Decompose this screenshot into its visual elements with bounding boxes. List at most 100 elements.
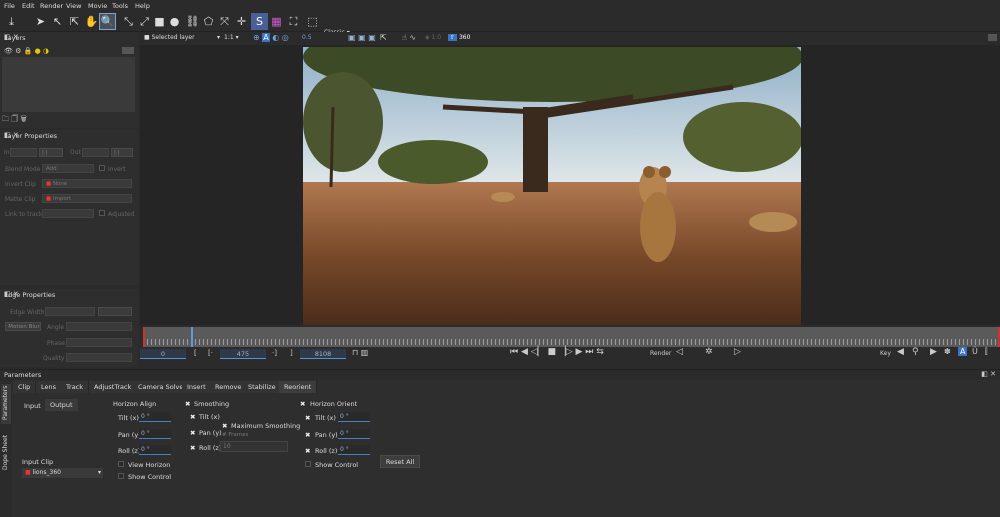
out-field[interactable] xyxy=(82,148,109,157)
out-buttons[interactable]: | | xyxy=(111,148,133,157)
go-in-icon[interactable]: [· xyxy=(208,349,213,357)
ha-show-control-checkbox[interactable] xyxy=(118,473,124,479)
io-tab-input[interactable]: Input xyxy=(24,402,41,410)
timeline-track[interactable] xyxy=(143,327,1000,347)
ratio-select[interactable]: 1:1 ▾ xyxy=(224,33,248,43)
select-arrow-icon[interactable]: ➤ xyxy=(32,13,49,30)
ho-pan-checkbox[interactable]: ✖ xyxy=(305,431,310,439)
edge-width-buttons[interactable] xyxy=(98,307,132,316)
key-prev-icon[interactable]: ◀ xyxy=(897,347,904,357)
key-all-icon[interactable]: ✽ xyxy=(944,347,951,356)
ho-roll-field[interactable]: 0 ° xyxy=(338,445,370,455)
link-track-select[interactable] xyxy=(42,209,94,218)
grid-icon[interactable]: ▦ xyxy=(268,13,285,30)
key-unlock-icon[interactable]: Ü xyxy=(972,347,978,356)
set-in-icon[interactable]: [ xyxy=(194,349,197,357)
key-auto-icon[interactable]: A xyxy=(958,347,968,356)
key-add-icon[interactable]: ⚲ xyxy=(912,347,919,357)
smoothing-checkbox[interactable]: ✖ xyxy=(185,400,190,408)
export-frame-icon[interactable]: ⇱ xyxy=(380,33,387,42)
invert-clip-select[interactable]: ■ None xyxy=(42,179,132,188)
key-options-icon[interactable]: ⫿ xyxy=(985,347,988,357)
input-clip-select[interactable]: ■ lions_360 ▾ xyxy=(22,468,103,478)
ho-tilt-field[interactable]: 0 ° xyxy=(338,412,370,422)
side-tab-parameters[interactable]: Parameters xyxy=(1,384,11,424)
layers-list[interactable] xyxy=(2,57,135,112)
ho-tilt-checkbox[interactable]: ✖ xyxy=(305,414,310,422)
reset-all-button[interactable]: Reset All xyxy=(380,455,420,468)
panel-controls-icon[interactable]: ◧ ✕ xyxy=(981,370,996,378)
render-forward-icon[interactable]: ▷ xyxy=(734,347,741,357)
menu-view[interactable]: View xyxy=(66,2,81,10)
layer-options-icon[interactable] xyxy=(122,47,134,54)
tab-insert[interactable]: Insert xyxy=(182,381,212,393)
display-icons[interactable]: ▣ ▣ ▣ xyxy=(348,33,376,42)
menu-edit[interactable]: Edit xyxy=(22,2,35,10)
angle-field[interactable] xyxy=(66,322,132,331)
move-icon[interactable]: ✛ xyxy=(233,13,250,30)
render-back-icon[interactable]: ◁ xyxy=(676,347,683,357)
expand-icon[interactable]: ⤡ xyxy=(120,13,137,30)
viewer-mode-icons[interactable]: ⊕ A ◐ ◎ xyxy=(253,33,289,42)
in-frame-field[interactable]: 475 xyxy=(220,349,266,359)
tab-remove[interactable]: Remove xyxy=(210,381,248,393)
motion-blur-button[interactable]: Motion Blur xyxy=(5,322,41,331)
panel-controls-icon[interactable]: ◧ ✕ xyxy=(4,290,134,298)
smooth-roll-checkbox[interactable]: ✖ xyxy=(190,444,195,452)
transform-icon[interactable]: ⤧ xyxy=(216,13,233,30)
side-tab-dope-sheet[interactable]: Dope Sheet xyxy=(1,428,11,472)
playhead[interactable] xyxy=(191,327,193,347)
multi-select-icon[interactable]: ⇱ xyxy=(66,13,83,30)
matte-clip-select[interactable]: ■ Import xyxy=(42,194,132,203)
ha-pan-field[interactable]: 0 ° xyxy=(139,429,171,439)
tab-camera-solve[interactable]: Camera Solve xyxy=(133,381,190,393)
point-select-icon[interactable]: ↖ xyxy=(49,13,66,30)
layer-select[interactable]: ■ Selected layer ▾ xyxy=(144,33,220,43)
invert-checkbox[interactable] xyxy=(99,165,105,171)
layer-visibility-icons[interactable]: 👁 ⚙ 🔒 ● ◑ xyxy=(4,47,49,55)
set-out-icon[interactable]: ] xyxy=(290,349,293,357)
hand-icon[interactable]: ✋ xyxy=(83,13,100,30)
circle-icon[interactable]: ● xyxy=(166,13,183,30)
tab-stabilize[interactable]: Stabilize xyxy=(243,381,282,393)
key-next-icon[interactable]: ▶ xyxy=(930,347,937,357)
ho-pan-field[interactable]: 0 ° xyxy=(338,429,370,439)
panel-controls-icon[interactable]: ◧ ✕ xyxy=(4,33,134,41)
menu-help[interactable]: Help xyxy=(135,2,150,10)
view-horizon-checkbox[interactable] xyxy=(118,461,124,467)
menu-file[interactable]: File xyxy=(4,2,15,10)
tab-clip[interactable]: Clip xyxy=(13,381,37,393)
import-icon[interactable]: ⤓ xyxy=(3,13,20,30)
quality-field[interactable] xyxy=(66,353,132,362)
frames-field[interactable]: 10 xyxy=(220,441,288,452)
horizon-orient-checkbox[interactable]: ✖ xyxy=(300,400,305,408)
playback-controls[interactable]: ⏮ ◀ ◁▏ ■ ▕▷ ▶ ⏭ ⇆ xyxy=(510,347,604,357)
in-field[interactable] xyxy=(10,148,37,157)
tab-reorient[interactable]: Reorient xyxy=(279,381,318,393)
panel-controls-icon[interactable]: ◧ ✕ xyxy=(4,131,134,139)
link-icon[interactable]: ⛓ xyxy=(184,13,201,30)
ha-roll-field[interactable]: 0 ° xyxy=(139,445,171,455)
edge-width-field[interactable] xyxy=(45,307,95,316)
mode-360-toggle[interactable]: ⇧ 360 xyxy=(448,33,482,43)
adjusted-checkbox[interactable] xyxy=(99,210,105,216)
current-frame-field[interactable]: 0 xyxy=(140,349,186,359)
in-marker[interactable] xyxy=(143,327,145,347)
menu-tools[interactable]: Tools xyxy=(112,2,128,10)
ha-tilt-field[interactable]: 0 ° xyxy=(139,412,171,422)
menu-movie[interactable]: Movie xyxy=(88,2,107,10)
io-tab-output[interactable]: Output xyxy=(45,399,78,411)
node-icon[interactable]: ⬠ xyxy=(200,13,217,30)
smooth-pan-checkbox[interactable]: ✖ xyxy=(190,429,195,437)
ho-roll-checkbox[interactable]: ✖ xyxy=(305,447,310,455)
out-frame-field[interactable]: 8108 xyxy=(300,349,346,359)
hand-tool-icon[interactable]: ☝ ∿ xyxy=(402,33,416,42)
equirect-frame-image[interactable] xyxy=(303,47,801,325)
tab-track[interactable]: Track xyxy=(61,381,90,393)
blend-mode-select[interactable]: Add xyxy=(42,164,94,173)
fullscreen-icon[interactable]: ⛶ xyxy=(285,13,302,30)
max-smoothing-checkbox[interactable]: ✖ xyxy=(222,422,227,430)
ho-show-control-checkbox[interactable] xyxy=(305,461,311,467)
smooth-tilt-checkbox[interactable]: ✖ xyxy=(190,413,195,421)
go-out-icon[interactable]: ·] xyxy=(272,349,277,357)
